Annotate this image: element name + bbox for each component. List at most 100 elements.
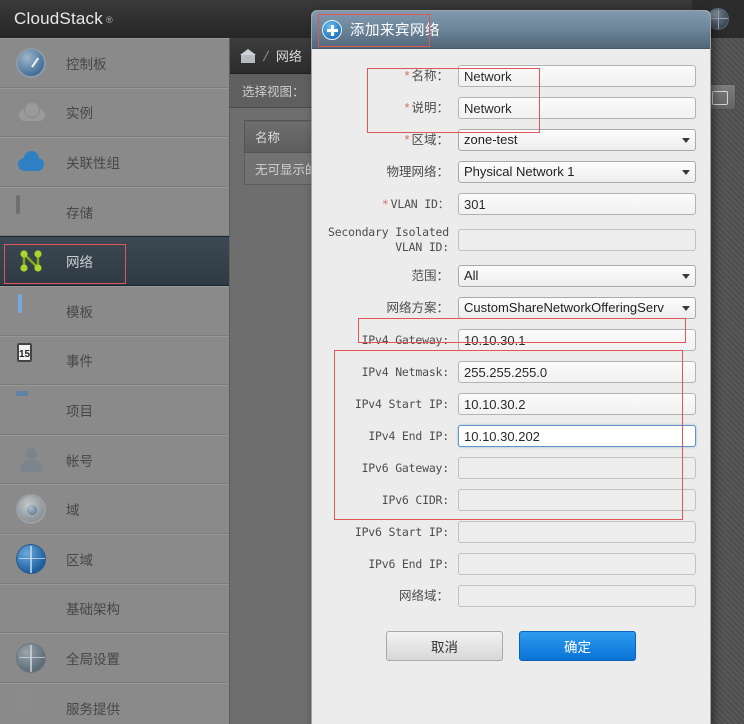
folder-icon <box>16 395 46 425</box>
sidebar-item-label: 帐号 <box>66 453 93 469</box>
breadcrumb-current: 网络 <box>275 49 302 64</box>
sidebar-item-storage[interactable]: 存储 <box>0 186 229 237</box>
dialog-body: *名称： *说明： *区域： zone-test 物理网络： Physical … <box>312 49 710 724</box>
vlan-id-input[interactable] <box>458 193 696 215</box>
field-row-ipv4-start-ip: IPv4 Start IP: <box>326 393 696 415</box>
sidebar-item-events[interactable]: 15 事件 <box>0 335 229 386</box>
sidebar-item-instances[interactable]: 实例 <box>0 87 229 138</box>
sidebar-item-label: 网络 <box>66 255 93 271</box>
sidebar-item-label: 全局设置 <box>66 651 120 667</box>
field-row-description: * 说明： <box>326 97 696 119</box>
sidebar-item-label: 域 <box>66 503 80 519</box>
field-label: IPv6 CIDR: <box>381 492 449 507</box>
sidebar-item-global-settings[interactable]: 全局设置 <box>0 633 229 683</box>
brand-logo: CloudStack ® <box>0 9 113 29</box>
brand-name: CloudStack <box>14 9 103 28</box>
sidebar-item-service-offerings[interactable]: 服务提供 <box>0 682 229 724</box>
secondary-isolated-vlan-id-input[interactable] <box>458 229 696 251</box>
field-label: 范围： <box>411 268 449 283</box>
zone-select[interactable]: zone-test <box>458 129 696 151</box>
field-label: * 区域： <box>404 132 449 147</box>
dialog-buttons: 取消 确定 <box>326 617 696 677</box>
affinity-cloud-icon <box>16 147 46 177</box>
sidebar-item-label: 控制板 <box>66 56 107 72</box>
network-domain-input[interactable] <box>458 585 696 607</box>
scope-select[interactable]: All <box>458 265 696 287</box>
view-selector-label: 选择视图： <box>242 85 305 99</box>
infrastructure-icon <box>16 593 46 623</box>
sidebar-item-infrastructure[interactable]: 基础架构 <box>0 583 229 634</box>
sidebar-item-label: 存储 <box>66 205 93 221</box>
sidebar-item-dashboard[interactable]: 控制板 <box>0 38 229 88</box>
field-row-vlan-id: * VLAN ID： <box>326 193 696 215</box>
zone-select-value: zone-test <box>464 132 518 147</box>
description-input[interactable] <box>458 97 696 119</box>
plus-circle-icon <box>322 19 342 40</box>
field-row-zone: * 区域： zone-test <box>326 129 696 151</box>
ipv4-netmask-input[interactable] <box>458 361 696 383</box>
cancel-button[interactable]: 取消 <box>386 631 503 661</box>
field-label: * VLAN ID： <box>381 196 449 211</box>
domain-icon <box>16 494 46 525</box>
field-row-ipv4-end-ip: IPv4 End IP: <box>326 425 696 447</box>
chevron-down-icon <box>682 274 690 279</box>
breadcrumb-separator: / <box>262 47 270 64</box>
sidebar-item-label: 基础架构 <box>66 602 120 618</box>
template-icon <box>16 293 46 326</box>
registered-mark: ® <box>105 14 113 25</box>
chevron-down-icon <box>682 170 690 175</box>
ipv4-end-ip-input[interactable] <box>458 425 696 447</box>
sidebar-item-domains[interactable]: 域 <box>0 484 229 534</box>
required-asterisk: * <box>404 68 410 83</box>
network-offering-select[interactable]: CustomShareNetworkOfferingServ <box>458 297 696 319</box>
field-label: IPv4 Start IP: <box>354 396 449 411</box>
ok-button[interactable]: 确定 <box>519 631 636 661</box>
network-offering-select-value: CustomShareNetworkOfferingServ <box>464 300 664 315</box>
field-row-ipv6-start-ip: IPv6 Start IP: <box>326 521 696 543</box>
field-row-secondary-isolated-vlan-id: Secondary Isolated VLAN ID: <box>326 225 696 255</box>
ipv6-cidr-input[interactable] <box>458 489 696 511</box>
required-asterisk: * <box>404 132 410 147</box>
dashboard-icon <box>16 47 46 78</box>
person-icon <box>16 445 46 475</box>
dialog-header: 添加来宾网络 <box>312 11 710 49</box>
field-row-ipv6-cidr: IPv6 CIDR: <box>326 489 696 511</box>
chevron-down-icon <box>682 138 690 143</box>
field-label: Secondary Isolated VLAN ID: <box>327 225 449 254</box>
field-label: IPv4 Netmask: <box>361 364 450 379</box>
ipv6-end-ip-input[interactable] <box>458 553 696 575</box>
scope-select-value: All <box>464 268 479 283</box>
ipv4-start-ip-input[interactable] <box>458 393 696 415</box>
sidebar-item-regions[interactable]: 区域 <box>0 533 229 584</box>
physical-network-select-value: Physical Network 1 <box>464 164 575 179</box>
ipv4-gateway-input[interactable] <box>458 329 696 351</box>
sidebar-item-label: 区域 <box>66 552 93 568</box>
sidebar-item-templates[interactable]: 模板 <box>0 285 229 336</box>
field-label: * 说明： <box>404 100 449 115</box>
field-label: IPv4 Gateway: <box>361 332 450 347</box>
field-label: IPv6 Gateway: <box>361 460 450 475</box>
dialog-title: 添加来宾网络 <box>350 23 440 39</box>
sidebar-item-affinity-groups[interactable]: 关联性组 <box>0 137 229 187</box>
field-row-ipv4-netmask: IPv4 Netmask: <box>326 361 696 383</box>
sidebar-item-label: 项目 <box>66 403 93 419</box>
sidebar-item-accounts[interactable]: 帐号 <box>0 434 229 485</box>
ipv6-gateway-input[interactable] <box>458 457 696 479</box>
name-input[interactable] <box>458 65 696 87</box>
field-label: 网络方案： <box>386 300 449 315</box>
sidebar-item-label: 服务提供 <box>66 701 120 717</box>
sidebar-item-label: 事件 <box>66 354 93 370</box>
field-row-name: * 名称： <box>326 65 696 87</box>
home-icon[interactable] <box>240 48 256 63</box>
field-row-scope: 范围： All <box>326 265 696 287</box>
ipv6-start-ip-input[interactable] <box>458 521 696 543</box>
storage-icon <box>16 194 46 227</box>
field-label: IPv4 End IP: <box>368 428 449 443</box>
field-label: IPv6 End IP: <box>368 556 449 571</box>
sidebar-item-network[interactable]: 网络 <box>0 236 229 286</box>
required-asterisk: * <box>404 100 410 115</box>
physical-network-select[interactable]: Physical Network 1 <box>458 161 696 183</box>
sidebar-item-projects[interactable]: 项目 <box>0 385 229 435</box>
network-nodes-icon <box>16 246 46 276</box>
field-label: 网络域： <box>398 588 449 603</box>
